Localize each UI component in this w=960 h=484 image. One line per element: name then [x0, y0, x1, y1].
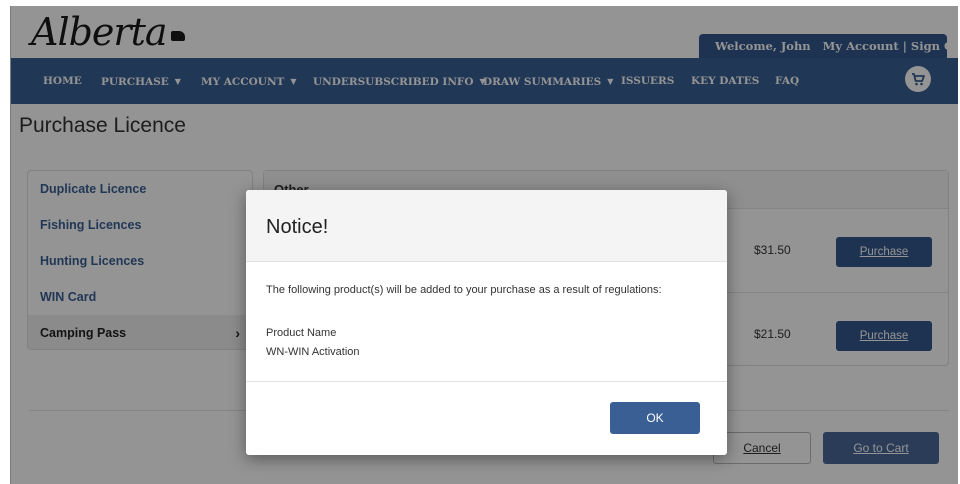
added-product: WN-WIN Activation: [266, 346, 360, 358]
dialog-message: The following product(s) will be added t…: [266, 284, 662, 296]
dialog-body: The following product(s) will be added t…: [246, 262, 727, 382]
product-name-header: Product Name: [266, 327, 337, 339]
ok-button[interactable]: OK: [610, 402, 700, 434]
notice-dialog: Notice! The following product(s) will be…: [246, 190, 727, 455]
dialog-title: Notice!: [246, 190, 727, 262]
